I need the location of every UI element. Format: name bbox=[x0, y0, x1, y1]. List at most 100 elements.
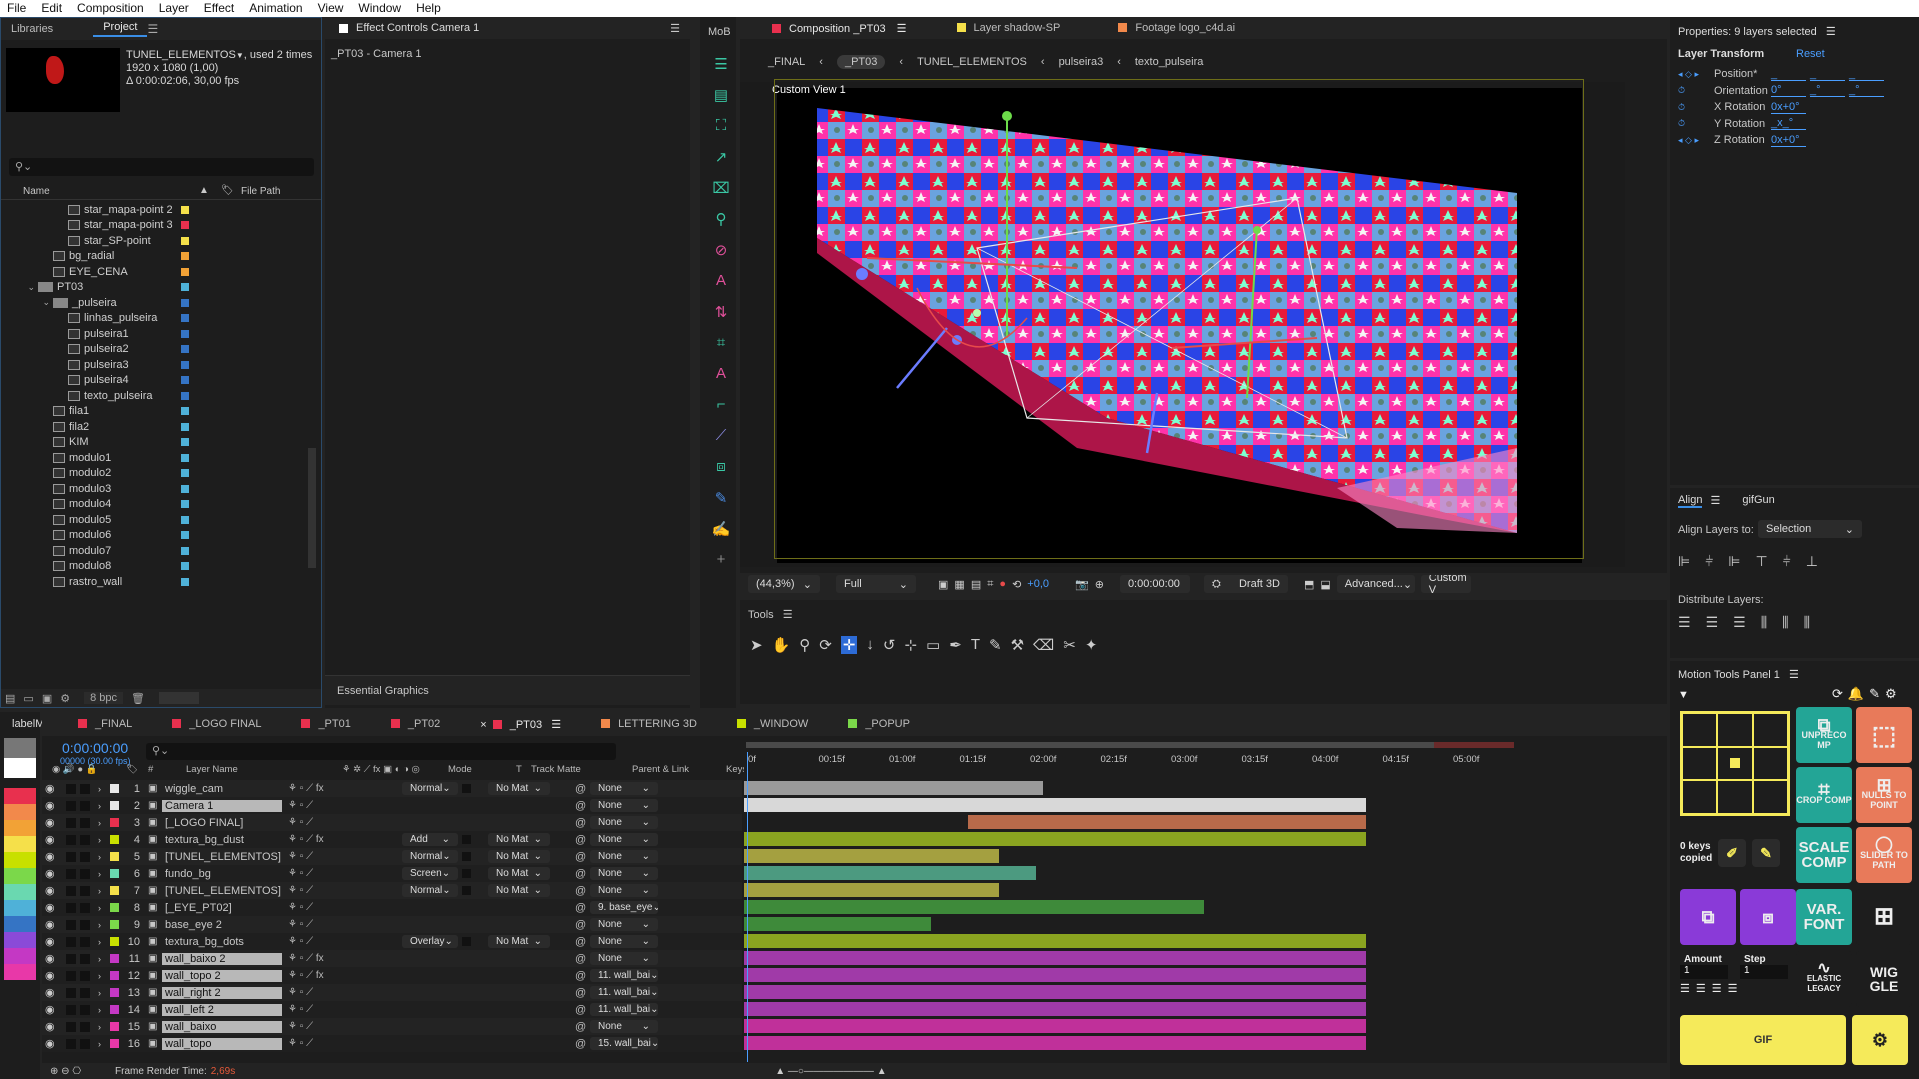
solo-toggle[interactable] bbox=[66, 800, 76, 811]
pickwhip-icon[interactable]: @ bbox=[575, 919, 586, 931]
timeline-timecode[interactable]: 0:00:00:00 bbox=[62, 740, 128, 756]
reset-link[interactable]: Reset bbox=[1796, 48, 1825, 60]
layer-switches[interactable]: ⚘ ▫ ⟋ bbox=[288, 868, 313, 879]
tab-effect-controls[interactable]: Effect Controls Camera 1 bbox=[356, 22, 479, 34]
rotate-tool-icon[interactable]: ↺ bbox=[883, 636, 896, 654]
channel-icon[interactable]: ● bbox=[999, 578, 1006, 590]
label-color-swatch[interactable] bbox=[4, 788, 36, 804]
project-item[interactable]: fila1 bbox=[1, 404, 306, 419]
pen-tool-icon[interactable]: ✒ bbox=[949, 636, 962, 654]
project-item[interactable]: modulo4 bbox=[1, 497, 306, 512]
layer-name[interactable]: base_eye 2 bbox=[162, 919, 282, 931]
layer-duration-bar[interactable] bbox=[744, 832, 1366, 846]
layer-switches[interactable]: ⚘ ▫ ⟋ bbox=[288, 1004, 313, 1015]
stopwatch-icon[interactable]: ◂ ◇ ▸ bbox=[1678, 69, 1714, 80]
label-color-swatch[interactable] bbox=[4, 820, 36, 836]
parent-dropdown[interactable]: None ⌄ bbox=[590, 833, 658, 846]
label-swatch[interactable] bbox=[181, 298, 189, 307]
step-input[interactable]: 1 bbox=[1740, 965, 1788, 979]
label-color-swatch[interactable] bbox=[4, 916, 36, 932]
parent-dropdown[interactable]: None ⌄ bbox=[590, 816, 658, 829]
label-swatch[interactable] bbox=[181, 376, 189, 384]
exposure-reset-icon[interactable]: ⟲ bbox=[1012, 578, 1021, 591]
pickwhip-icon[interactable]: @ bbox=[575, 885, 586, 897]
pickwhip-icon[interactable]: @ bbox=[575, 970, 586, 982]
layer-switches[interactable]: ⚘ ▫ ⟋ bbox=[288, 1038, 313, 1049]
distribute-bottom-icon[interactable]: ☰ bbox=[1733, 614, 1746, 631]
parent-dropdown[interactable]: 15. wall_bai ⌄ bbox=[590, 1037, 658, 1050]
custom-view-dropdown[interactable]: Custom V bbox=[1420, 575, 1471, 593]
timecode-display[interactable]: 0:00:00:00 bbox=[1119, 575, 1190, 593]
layer-duration-bar[interactable] bbox=[744, 951, 1366, 965]
project-item[interactable]: pulseira1 bbox=[1, 326, 306, 341]
roto-tool-icon[interactable]: ✂ bbox=[1063, 636, 1076, 654]
parent-dropdown[interactable]: None ⌄ bbox=[590, 850, 658, 863]
layer-row[interactable]: ◉ › 12 ▣ wall_topo 2 ⚘ ▫ ⟋ fx @11. wall_bai ⌄ bbox=[42, 967, 742, 984]
parent-dropdown[interactable]: None ⌄ bbox=[590, 918, 658, 931]
menu-layer[interactable]: Layer bbox=[152, 0, 197, 17]
toggle-icons[interactable]: ⊕ ⊖ ⎔ bbox=[50, 1066, 81, 1077]
expand-arrow-icon[interactable]: › bbox=[98, 937, 101, 947]
type-tool-icon[interactable]: T bbox=[971, 636, 980, 654]
eye-icon[interactable]: ◉ bbox=[45, 935, 55, 948]
label-color-swatch[interactable] bbox=[4, 884, 36, 900]
project-item[interactable]: rastro_wall bbox=[1, 574, 306, 589]
layer-row[interactable]: ◉ › 7 ▣ [TUNEL_ELEMENTOS] ⚘ ▫ ⟋ Normal ⌄ No Mat… bbox=[42, 882, 742, 899]
project-item[interactable]: modulo1 bbox=[1, 450, 306, 465]
layer-name[interactable]: wall_baixo 2 bbox=[162, 952, 282, 965]
menu-file[interactable]: File bbox=[0, 0, 34, 17]
pickwhip-icon[interactable]: @ bbox=[575, 783, 586, 795]
distribute-vcenter-icon[interactable]: ☰ bbox=[1706, 614, 1719, 631]
expand-arrow-icon[interactable]: › bbox=[98, 852, 101, 862]
solo-toggle[interactable] bbox=[66, 817, 76, 828]
label-color-swatch[interactable] bbox=[4, 852, 36, 868]
lock-toggle[interactable] bbox=[80, 1021, 90, 1032]
label-color-swatch[interactable] bbox=[4, 836, 36, 852]
mode-dropdown[interactable]: Normal ⌄ bbox=[402, 850, 458, 863]
paste-keys-button[interactable]: ✎ bbox=[1752, 839, 1780, 867]
parent-dropdown[interactable]: 9. base_eye ⌄ bbox=[590, 901, 658, 914]
parent-dropdown[interactable]: 11. wall_bai ⌄ bbox=[590, 1003, 658, 1016]
bpc-button[interactable]: 8 bpc bbox=[84, 692, 124, 704]
label-color-swatch[interactable] bbox=[4, 932, 36, 948]
project-item[interactable]: linhas_pulseira bbox=[1, 311, 306, 326]
refresh-icon[interactable]: ⟳ bbox=[1832, 686, 1843, 702]
label-swatch[interactable] bbox=[181, 453, 189, 462]
layer-name[interactable]: wiggle_cam bbox=[162, 783, 282, 795]
stopwatch-icon[interactable]: ⏱ bbox=[1678, 118, 1714, 129]
layer-duration-bar[interactable] bbox=[744, 900, 1205, 914]
eye-icon[interactable]: ◉ bbox=[45, 1037, 55, 1050]
project-item[interactable]: star_SP-point bbox=[1, 233, 306, 248]
lock-toggle[interactable] bbox=[80, 817, 90, 828]
label-color-swatch[interactable] bbox=[4, 758, 36, 778]
anchor-box-button[interactable]: ⬚ bbox=[1856, 707, 1912, 763]
project-item[interactable]: bg_radial bbox=[1, 249, 306, 264]
resolution-dropdown[interactable]: Full ⌄ bbox=[836, 575, 916, 593]
label-swatch[interactable] bbox=[181, 314, 189, 322]
pickwhip-icon[interactable]: @ bbox=[575, 987, 586, 999]
parent-dropdown[interactable]: None ⌄ bbox=[590, 799, 658, 812]
lock-toggle[interactable] bbox=[80, 885, 90, 896]
preserve-transparency[interactable] bbox=[462, 937, 471, 946]
eye-icon[interactable]: ◉ bbox=[45, 918, 55, 931]
distribute-left-icon[interactable]: ⫼ bbox=[1761, 614, 1767, 631]
solo-toggle[interactable] bbox=[66, 987, 76, 998]
pen-icon[interactable]: ✎ bbox=[1869, 686, 1880, 702]
layer-switches[interactable]: ⚘ ▫ ⟋ bbox=[288, 902, 313, 913]
mob-tool-icon[interactable]: A bbox=[716, 358, 726, 389]
mob-tool-icon[interactable]: ⌧ bbox=[712, 172, 729, 203]
pickwhip-icon[interactable]: @ bbox=[575, 1004, 586, 1016]
mob-tool-icon[interactable]: ⇅ bbox=[715, 296, 728, 327]
property-value[interactable]: _° bbox=[1810, 84, 1845, 97]
layer-duration-bar[interactable] bbox=[967, 815, 1366, 829]
time-ruler[interactable]: 0f 00:15f 01:00f 01:15f 02:00f 02:15f 03:00f 03… bbox=[744, 738, 1640, 776]
bell-icon[interactable]: 🔔 bbox=[1848, 686, 1864, 702]
label-swatch[interactable] bbox=[181, 407, 189, 415]
eye-icon[interactable]: ◉ bbox=[45, 850, 55, 863]
motion-extra-button-1[interactable]: ⧉ bbox=[1680, 889, 1736, 945]
layer-switches[interactable]: ⚘ ▫ ⟋ bbox=[288, 817, 313, 828]
property-value[interactable]: _ bbox=[1849, 68, 1884, 81]
layer-row[interactable]: ◉ › 6 ▣ fundo_bg ⚘ ▫ ⟋ Screen ⌄ No Mat ⌄ @ None ⌄ bbox=[42, 865, 742, 882]
layer-label-color[interactable] bbox=[110, 886, 119, 895]
property-value[interactable]: 0° bbox=[1771, 84, 1806, 97]
